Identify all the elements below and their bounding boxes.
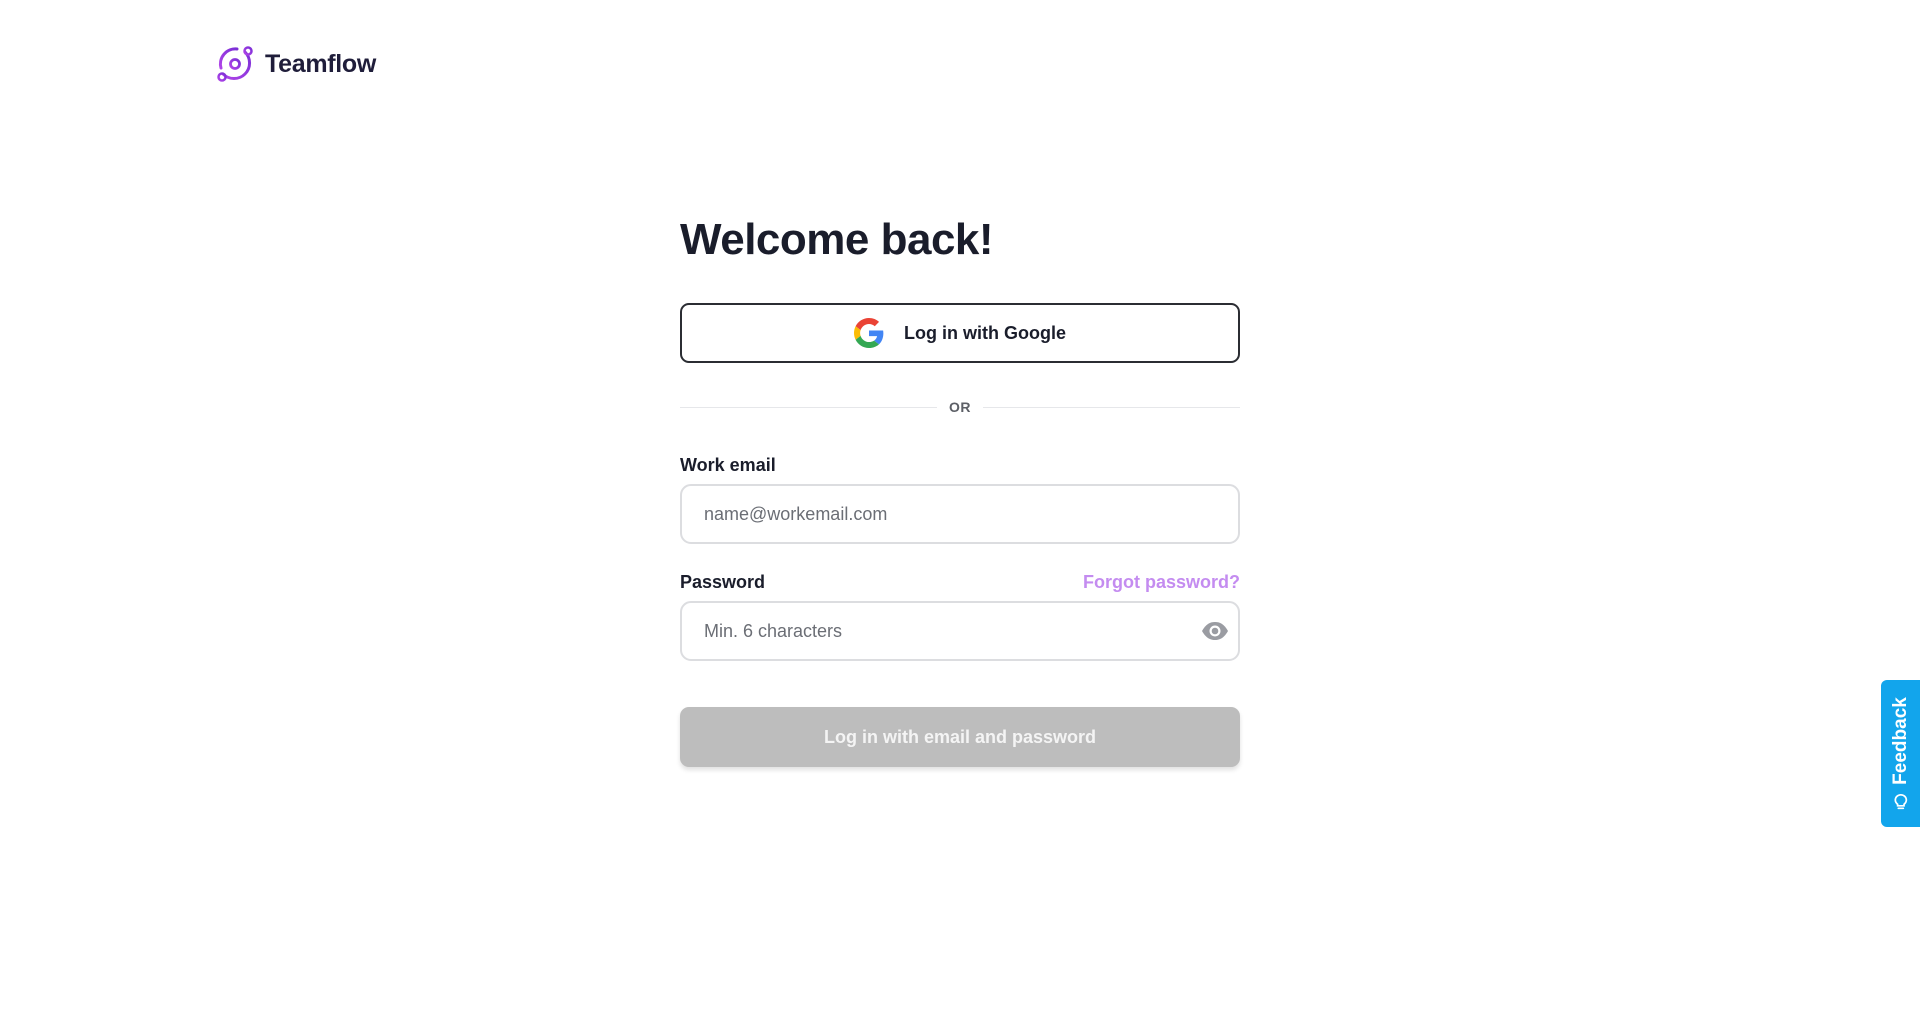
feedback-tab[interactable]: Feedback [1881, 680, 1920, 827]
page-title: Welcome back! [680, 215, 994, 264]
divider-line-right [983, 406, 1240, 408]
google-icon [854, 318, 884, 348]
teamflow-orbit-icon [217, 46, 253, 82]
teamflow-logo[interactable]: Teamflow [215, 44, 376, 84]
password-label: Password [680, 572, 766, 592]
or-divider: OR [680, 399, 1240, 415]
lightbulb-icon [1894, 793, 1907, 809]
password-input[interactable] [680, 601, 1240, 661]
email-input[interactable] [680, 484, 1240, 544]
password-group: Password Forgot password? [680, 572, 1240, 661]
brand-name: Teamflow [265, 49, 377, 78]
email-login-button[interactable]: Log in with email and password [680, 707, 1240, 767]
google-login-label: Log in with Google [904, 322, 1066, 343]
eye-icon[interactable] [1200, 616, 1230, 646]
email-group: Work email [680, 455, 1240, 544]
divider-text: OR [949, 399, 971, 415]
divider-line-left [680, 406, 937, 408]
google-login-button[interactable]: Log in with Google [680, 303, 1240, 363]
login-form: Welcome back! Log in with Google OR Work… [680, 210, 1240, 767]
email-label: Work email [680, 455, 776, 475]
forgot-password-link[interactable]: Forgot password? [1083, 572, 1240, 593]
feedback-label: Feedback [1889, 696, 1911, 785]
